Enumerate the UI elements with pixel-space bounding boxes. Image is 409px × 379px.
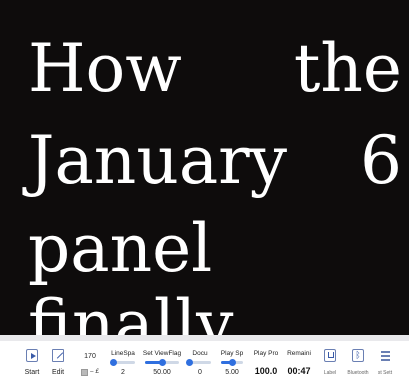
font-size-value: 170 xyxy=(84,353,96,360)
document-value: 0 xyxy=(198,369,202,376)
line-spacing-label: LineSpa xyxy=(111,350,135,357)
script-line-3: panel xyxy=(28,210,213,287)
play-speed-slider[interactable] xyxy=(221,359,243,366)
slider-thumb[interactable] xyxy=(159,359,166,366)
dash-icon: – xyxy=(90,369,94,375)
view-flag-control[interactable]: Set ViewFlag 50.00 xyxy=(142,341,182,379)
view-flag-label: Set ViewFlag xyxy=(142,350,182,357)
bluetooth-label: Bluetooth xyxy=(347,370,369,376)
edit-label: Edit xyxy=(51,369,65,376)
play-icon xyxy=(26,349,38,362)
label-text: Label xyxy=(323,370,337,376)
play-progress-value: 100.0 xyxy=(254,366,278,376)
bluetooth-icon: ᛒ xyxy=(352,349,364,362)
remaining-value: 00:47 xyxy=(287,366,311,376)
document-control[interactable]: Docu 0 xyxy=(186,341,214,379)
document-label: Docu xyxy=(192,350,208,357)
script-word: 6 xyxy=(360,122,402,199)
play-speed-control[interactable]: Play Sp 5.00 xyxy=(218,341,246,379)
edit-button[interactable]: Edit xyxy=(44,341,72,379)
font-color-swatch[interactable] xyxy=(81,368,89,376)
play-progress-display: Play Pro 100.0 xyxy=(252,341,280,379)
script-line-1: How the xyxy=(28,36,402,102)
slider-thumb[interactable] xyxy=(229,359,236,366)
script-line-2: January 6 xyxy=(28,128,402,194)
list-icon xyxy=(379,349,391,362)
line-spacing-value: 2 xyxy=(121,369,125,376)
list-settings-label: st Sett xyxy=(377,370,393,376)
label-button[interactable]: Label xyxy=(317,341,343,379)
play-progress-label: Play Pro xyxy=(253,350,279,357)
start-button[interactable]: Start xyxy=(18,341,46,379)
view-flag-value: 50.00 xyxy=(153,369,171,376)
script-word: January xyxy=(28,122,288,199)
start-label: Start xyxy=(24,369,40,376)
font-size-control[interactable]: 170 – £ xyxy=(74,341,106,379)
font-label: £ xyxy=(95,369,99,375)
remaining-time-display: Remaini 00:47 xyxy=(285,341,313,379)
edit-icon xyxy=(52,349,64,362)
script-word: How xyxy=(28,30,182,107)
script-line-4: finally xyxy=(28,286,234,336)
script-word: the xyxy=(293,30,402,107)
prompter-text-area[interactable]: How the January 6 panel finally xyxy=(0,0,409,335)
line-spacing-control[interactable]: LineSpa 2 xyxy=(108,341,138,379)
bottom-toolbar: Start Edit 170 – £ LineSpa 2 Set ViewFla… xyxy=(0,341,409,379)
slider-thumb[interactable] xyxy=(186,359,193,366)
slider-thumb[interactable] xyxy=(110,359,118,366)
bookmark-icon xyxy=(324,349,336,362)
remaining-label: Remaini xyxy=(287,350,311,357)
line-spacing-slider[interactable] xyxy=(110,359,135,366)
list-settings-button[interactable]: st Sett xyxy=(372,341,398,379)
bluetooth-button[interactable]: ᛒ Bluetooth xyxy=(344,341,372,379)
document-slider[interactable] xyxy=(186,359,211,366)
view-flag-slider[interactable] xyxy=(145,359,179,366)
play-speed-label: Play Sp xyxy=(220,350,244,357)
play-speed-value: 5.00 xyxy=(225,369,239,376)
